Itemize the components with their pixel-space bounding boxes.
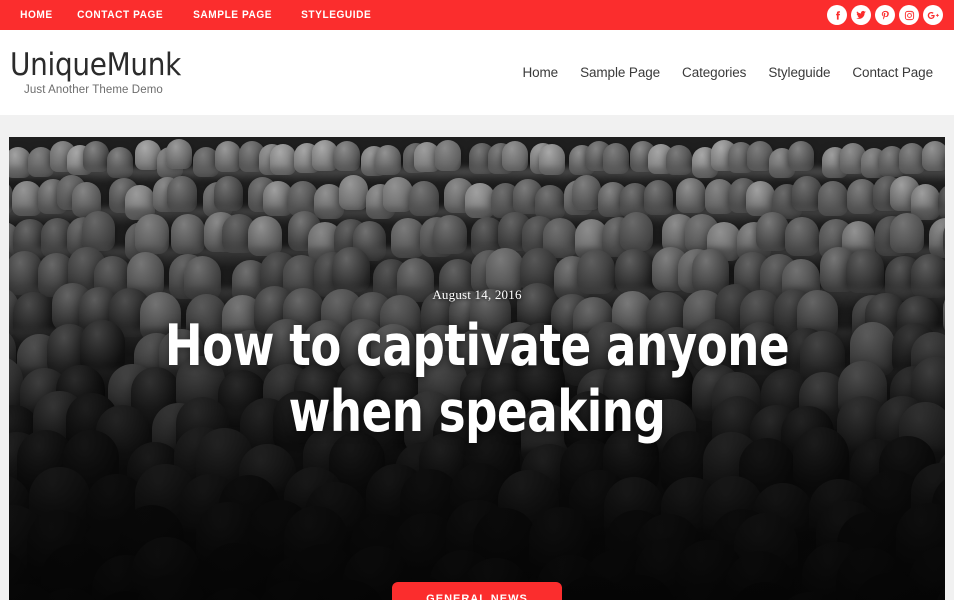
top-nav-item[interactable]: SAMPLE PAGE [183, 0, 282, 30]
hero-featured-post[interactable]: August 14, 2016 How to captivate anyone … [9, 137, 945, 600]
main-navigation: Home Sample Page Categories Styleguide C… [511, 65, 954, 80]
social-links [827, 5, 954, 25]
site-title[interactable]: UniqueMunk [10, 49, 181, 82]
top-nav-item[interactable]: HOME [10, 0, 63, 30]
main-nav-item-sample-page[interactable]: Sample Page [569, 65, 671, 80]
main-nav-item-categories[interactable]: Categories [671, 65, 757, 80]
hero-category-wrap: GENERAL NEWS [9, 582, 945, 600]
hero-post-title[interactable]: How to captivate anyone when speaking [143, 313, 812, 445]
hero-post-date: August 14, 2016 [432, 287, 522, 302]
brand[interactable]: UniqueMunk Just Another Theme Demo [0, 49, 181, 97]
main-nav-item-styleguide[interactable]: Styleguide [757, 65, 841, 80]
site-tagline: Just Another Theme Demo [24, 84, 163, 97]
twitter-icon[interactable] [851, 5, 871, 25]
hero-category-badge[interactable]: GENERAL NEWS [392, 582, 562, 600]
main-nav-item-contact-page[interactable]: Contact Page [841, 65, 944, 80]
site-header: UniqueMunk Just Another Theme Demo Home … [0, 30, 954, 115]
facebook-icon[interactable] [827, 5, 847, 25]
instagram-icon[interactable] [899, 5, 919, 25]
top-bar: HOME CONTACT PAGE SAMPLE PAGE STYLEGUIDE [0, 0, 954, 30]
top-nav-item[interactable]: STYLEGUIDE [291, 0, 381, 30]
top-navigation: HOME CONTACT PAGE SAMPLE PAGE STYLEGUIDE [0, 0, 389, 30]
google-plus-icon[interactable] [923, 5, 943, 25]
pinterest-icon[interactable] [875, 5, 895, 25]
main-nav-item-home[interactable]: Home [511, 65, 569, 80]
top-nav-item[interactable]: CONTACT PAGE [67, 0, 173, 30]
hero-content: August 14, 2016 How to captivate anyone … [9, 137, 945, 600]
